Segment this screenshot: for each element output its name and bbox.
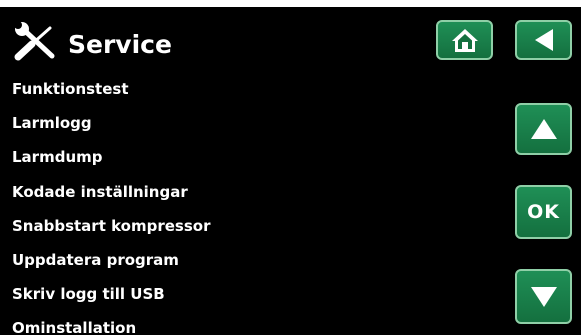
home-icon — [451, 29, 478, 52]
scroll-up-button[interactable] — [515, 103, 572, 155]
menu-item-kodade-installningar[interactable]: Kodade inställningar — [12, 175, 210, 209]
home-button[interactable] — [436, 20, 493, 60]
menu-item-larmdump[interactable]: Larmdump — [12, 140, 210, 174]
arrow-up-icon — [530, 119, 557, 139]
menu-item-snabbstart-kompressor[interactable]: Snabbstart kompressor — [12, 209, 210, 243]
page-title: Service — [68, 30, 172, 59]
service-menu: Funktionstest Larmlogg Larmdump Kodade i… — [12, 72, 210, 335]
ok-button[interactable]: OK — [515, 185, 572, 239]
wrench-screwdriver-icon — [14, 22, 55, 61]
menu-item-funktionstest[interactable]: Funktionstest — [12, 72, 210, 106]
back-button[interactable] — [515, 20, 572, 60]
scroll-down-button[interactable] — [515, 269, 572, 324]
service-screen: Service OK Funktionstest Larmlogg Larmdu… — [0, 0, 581, 335]
ok-label: OK — [527, 201, 560, 223]
menu-item-larmlogg[interactable]: Larmlogg — [12, 106, 210, 140]
back-arrow-icon — [534, 29, 553, 51]
top-edge — [0, 0, 581, 7]
menu-item-uppdatera-program[interactable]: Uppdatera program — [12, 243, 210, 277]
menu-item-ominstallation[interactable]: Ominstallation — [12, 311, 210, 335]
menu-item-skriv-logg-till-usb[interactable]: Skriv logg till USB — [12, 277, 210, 311]
arrow-down-icon — [530, 286, 557, 307]
